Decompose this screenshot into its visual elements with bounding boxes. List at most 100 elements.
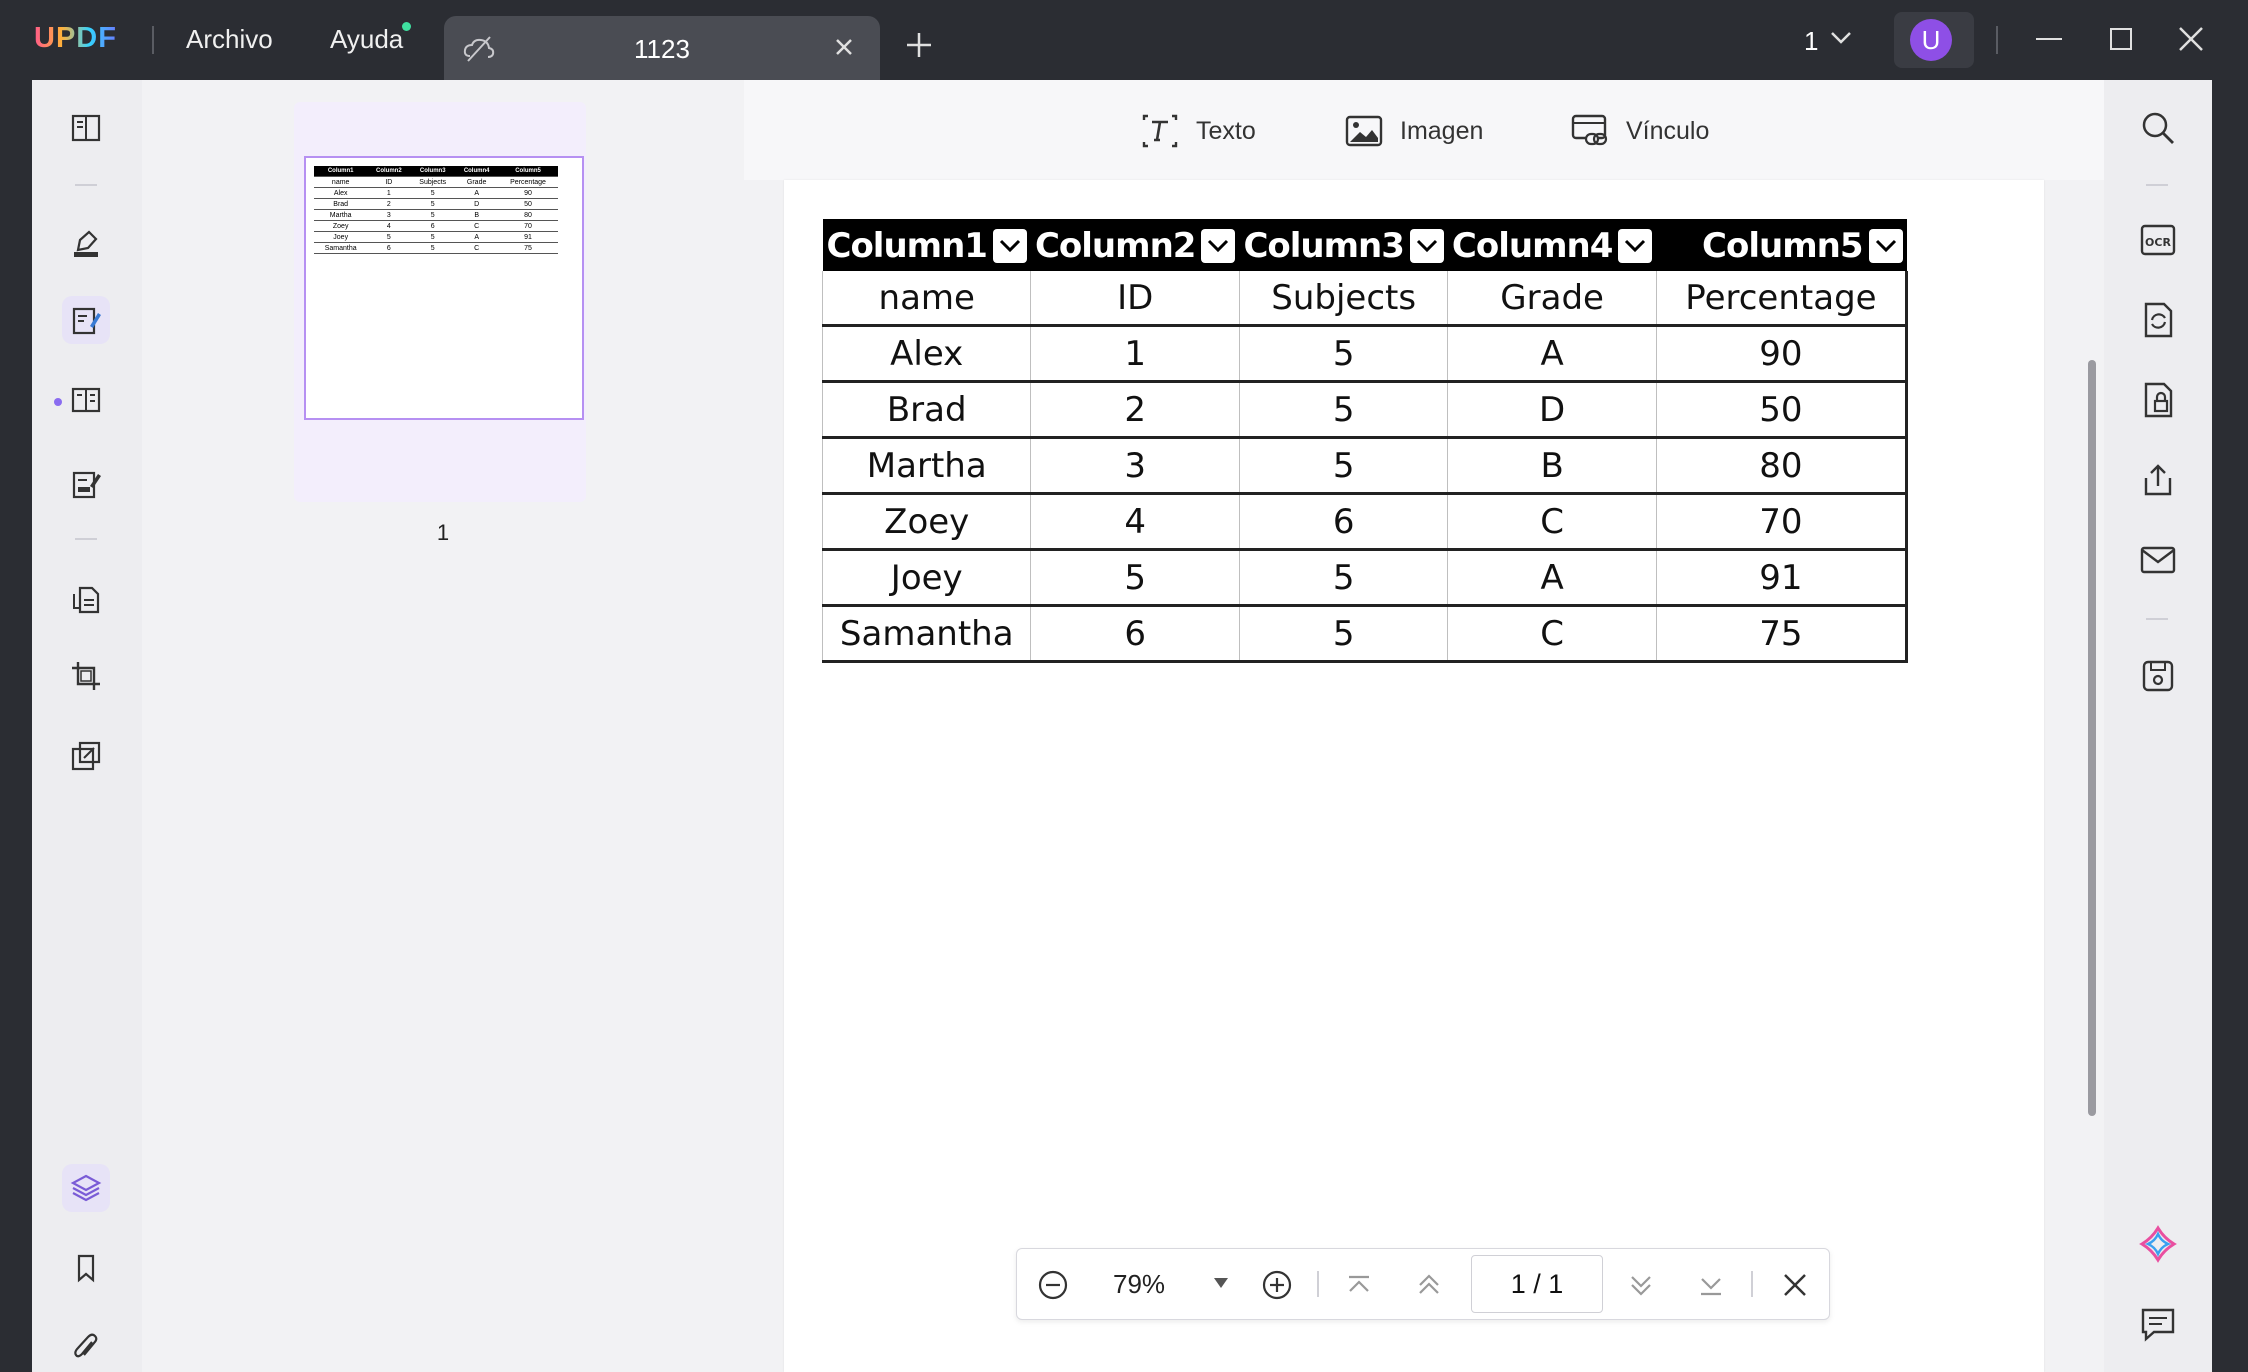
bookmarks-button[interactable]: [62, 1244, 110, 1292]
zoom-out-icon[interactable]: [1037, 1269, 1069, 1301]
table-row: Brad 2 5 D 50: [821, 381, 1909, 439]
zoom-in-icon[interactable]: [1261, 1269, 1293, 1301]
table-cell: Brad: [821, 381, 1032, 439]
vertical-scrollbar[interactable]: [2088, 360, 2096, 1116]
page-thumbnail[interactable]: Column1 Column2 Column3 Column4 Column5 …: [294, 102, 586, 502]
header-label: Column2: [1034, 225, 1196, 266]
filter-dropdown[interactable]: [1201, 228, 1236, 263]
minimize-icon[interactable]: [2034, 24, 2064, 54]
reader-mode-button[interactable]: [62, 104, 110, 152]
maximize-icon[interactable]: [2106, 24, 2136, 54]
table-cell: 6: [1239, 493, 1449, 551]
next-page-icon[interactable]: [1625, 1269, 1657, 1301]
previous-page-icon[interactable]: [1413, 1269, 1445, 1301]
updf-window: UPDF Archivo Ayuda 1123 1 U Column1 Colu…: [0, 0, 2248, 1372]
table-cell: 2: [1030, 381, 1240, 439]
left-toolbar: [32, 80, 143, 1372]
filter-dropdown[interactable]: [1868, 228, 1903, 263]
page-number-input[interactable]: 1 / 1: [1471, 1255, 1603, 1313]
protect-document-icon[interactable]: [2138, 380, 2178, 420]
table-cell: C: [1447, 605, 1657, 663]
window-frame-right: [2212, 80, 2248, 1372]
watermark-icon: [71, 741, 101, 771]
add-link-button[interactable]: Vínculo: [1570, 110, 1730, 154]
tab-title: 1123: [634, 34, 690, 64]
close-navigation-icon[interactable]: [1779, 1269, 1811, 1301]
convert-icon[interactable]: [2138, 300, 2178, 340]
close-window-icon[interactable]: [2176, 24, 2206, 54]
mini-header: Column3: [410, 166, 456, 177]
mini-cell: Martha: [314, 209, 368, 221]
crop-button[interactable]: [62, 652, 110, 700]
mini-cell: Joey: [314, 231, 368, 243]
ocr-icon[interactable]: OCR: [2138, 220, 2178, 260]
link-icon: [1571, 114, 1608, 146]
save-icon[interactable]: [2138, 656, 2178, 696]
zoom-level[interactable]: 79%: [1113, 1269, 1165, 1300]
mini-cell: 91: [498, 231, 558, 243]
menu-archivo[interactable]: Archivo: [186, 24, 273, 55]
pdf-page[interactable]: Column1 Column2 Column3 Column4 Column5 …: [784, 180, 2044, 1372]
chevron-down-icon: [1625, 239, 1646, 252]
edit-pdf-icon: [72, 307, 101, 335]
filter-dropdown[interactable]: [992, 228, 1027, 263]
table-row: Zoey 4 6 C 70: [821, 493, 1909, 551]
mini-cell: Grade: [455, 176, 499, 188]
app-logo: UPDF: [34, 22, 117, 54]
table-cell: Zoey: [821, 493, 1032, 551]
nav-separator: [1317, 1271, 1319, 1297]
last-page-icon[interactable]: [1695, 1269, 1727, 1301]
comments-icon[interactable]: [2138, 1304, 2178, 1344]
table-cell: Samantha: [821, 605, 1032, 663]
table-cell: C: [1447, 493, 1657, 551]
protect-button[interactable]: [62, 732, 110, 780]
table-row: Martha 3 5 B 80: [821, 437, 1909, 495]
search-icon[interactable]: [2138, 108, 2178, 148]
form-mode-button[interactable]: [62, 460, 110, 508]
svg-text:OCR: OCR: [2145, 236, 2171, 249]
convert-button[interactable]: [62, 576, 110, 624]
zoom-dropdown-icon[interactable]: [1213, 1277, 1229, 1289]
organize-pages-button[interactable]: [62, 376, 110, 424]
filter-dropdown[interactable]: [1618, 228, 1653, 263]
active-marker: [54, 398, 62, 406]
chevron-down-icon[interactable]: [1828, 28, 1854, 48]
edit-toolbar: Texto Imagen Vínculo: [744, 80, 2104, 180]
table-header: Column2: [1030, 219, 1240, 271]
ai-assistant-icon[interactable]: [2138, 1224, 2178, 1264]
share-icon[interactable]: [2138, 460, 2178, 500]
table-cell: B: [1447, 437, 1657, 495]
table-header: Column1: [822, 219, 1031, 271]
table-cell: D: [1447, 381, 1657, 439]
mini-cell: C: [455, 220, 499, 232]
window-count[interactable]: 1: [1804, 26, 1818, 57]
first-page-icon[interactable]: [1343, 1269, 1375, 1301]
filter-dropdown[interactable]: [1409, 228, 1444, 263]
mini-cell: 4: [367, 220, 411, 232]
mini-cell: 80: [498, 209, 558, 221]
table-cell: A: [1447, 549, 1657, 607]
nav-separator: [1751, 1271, 1753, 1297]
document-convert-icon: [73, 586, 100, 614]
menu-ayuda[interactable]: Ayuda: [330, 24, 403, 55]
layers-button[interactable]: [62, 1164, 110, 1212]
comment-mode-button[interactable]: [62, 220, 110, 268]
text-box-icon: [1142, 114, 1178, 148]
add-tab-icon[interactable]: [904, 30, 934, 60]
close-tab-icon[interactable]: [830, 33, 858, 61]
attachments-button[interactable]: [62, 1324, 110, 1372]
document-tab[interactable]: 1123: [444, 16, 880, 80]
account-button[interactable]: U: [1894, 12, 1974, 68]
mini-cell: 1: [367, 187, 411, 199]
email-icon[interactable]: [2138, 540, 2178, 580]
toolbar-separator: [2146, 184, 2168, 186]
table-cell: 5: [1030, 549, 1240, 607]
paperclip-icon: [74, 1333, 98, 1358]
mini-header: Column2: [367, 166, 411, 177]
add-image-button[interactable]: Imagen: [1344, 110, 1504, 154]
add-link-label: Vínculo: [1626, 117, 1710, 145]
edit-mode-button[interactable]: [62, 296, 110, 344]
mini-cell: 5: [367, 231, 411, 243]
add-text-button[interactable]: Texto: [1140, 110, 1270, 154]
table-header: Column3: [1239, 219, 1448, 271]
